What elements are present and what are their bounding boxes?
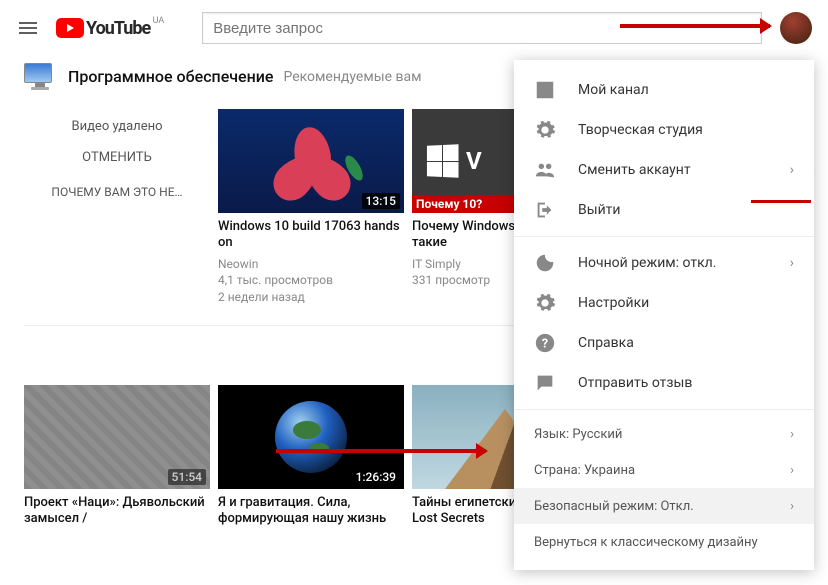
menu-classic-design[interactable]: Вернуться к классическому дизайну [514, 524, 814, 560]
computer-icon [24, 63, 56, 91]
annotation-underline [751, 200, 811, 203]
tell-why-button[interactable]: ПОЧЕМУ ВАМ ЭТО НЕ… [24, 185, 210, 199]
video-title[interactable]: Windows 10 build 17063 hands on [218, 219, 404, 252]
video-title[interactable]: Я и гравитация. Сила, формирующая нашу ж… [218, 495, 404, 528]
menu-sign-out[interactable]: Выйти [514, 190, 814, 230]
gear-icon [534, 292, 556, 314]
deleted-card: Видео удалено ОТМЕНИТЬ ПОЧЕМУ ВАМ ЭТО НЕ… [24, 109, 210, 309]
account-menu: Мой канал Творческая студия Сменить акка… [514, 60, 814, 570]
app-header: YouTube UA [0, 0, 828, 56]
gear-icon [534, 119, 556, 141]
annotation-arrow [620, 24, 770, 28]
divider [514, 409, 814, 410]
video-card: 51:54 Проект «Наци»: Дьявольский замысел… [24, 385, 210, 585]
menu-dark-theme[interactable]: Ночной режим: откл. › [514, 243, 814, 283]
deleted-message: Видео удалено [24, 119, 210, 134]
logo-text: YouTube [86, 18, 150, 39]
help-icon: ? [534, 332, 556, 354]
play-icon [56, 18, 84, 38]
menu-studio[interactable]: Творческая студия [514, 110, 814, 150]
people-icon [534, 159, 556, 181]
menu-label: Ночной режим: откл. [578, 255, 716, 271]
duration-badge: 51:54 [168, 469, 206, 485]
logo-region: UA [153, 16, 165, 26]
chevron-right-icon: › [790, 427, 794, 442]
menu-label: Творческая студия [578, 122, 703, 138]
menu-label: Безопасный режим: Откл. [534, 499, 694, 514]
menu-label: Страна: Украина [534, 463, 635, 478]
sign-out-icon [534, 199, 556, 221]
menu-label: Выйти [578, 202, 621, 218]
avatar[interactable] [780, 12, 812, 44]
menu-help[interactable]: ? Справка [514, 323, 814, 363]
menu-location[interactable]: Страна: Украина › [514, 452, 814, 488]
chevron-right-icon: › [790, 463, 794, 478]
shelf-title[interactable]: Программное обеспечение [68, 67, 273, 86]
duration-badge: 13:15 [362, 193, 400, 209]
moon-icon [534, 252, 556, 274]
search-bar [202, 12, 762, 44]
menu-label: Вернуться к классическому дизайну [534, 535, 758, 550]
shelf-subtitle: Рекомендуемые вам [283, 69, 421, 85]
search-input[interactable] [202, 12, 762, 44]
menu-label: Язык: Русский [534, 427, 622, 442]
menu-label: Настройки [578, 295, 649, 311]
video-card: 1:26:39 Я и гравитация. Сила, формирующа… [218, 385, 404, 585]
menu-switch-account[interactable]: Сменить аккаунт › [514, 150, 814, 190]
video-title[interactable]: Проект «Наци»: Дьявольский замысел / [24, 495, 210, 528]
feedback-icon [534, 372, 556, 394]
chevron-right-icon: › [790, 162, 794, 178]
menu-language[interactable]: Язык: Русский › [514, 416, 814, 452]
menu-label: Справка [578, 335, 634, 351]
video-views: 4,1 тыс. просмотров [218, 272, 404, 289]
duration-badge: 1:26:39 [352, 469, 400, 485]
video-age: 2 недели назад [218, 289, 404, 306]
chevron-right-icon: › [790, 255, 794, 271]
channel-name[interactable]: Neowin [218, 256, 404, 273]
hamburger-icon[interactable] [16, 16, 40, 40]
video-thumbnail[interactable]: 13:15 [218, 109, 404, 213]
account-box-icon [534, 79, 556, 101]
menu-label: Отправить отзыв [578, 375, 692, 391]
chevron-right-icon: › [790, 499, 794, 514]
divider [514, 236, 814, 237]
menu-label: Сменить аккаунт [578, 162, 691, 178]
menu-label: Мой канал [578, 82, 649, 98]
youtube-logo[interactable]: YouTube UA [56, 18, 150, 39]
undo-button[interactable]: ОТМЕНИТЬ [24, 150, 210, 165]
menu-restricted-mode[interactable]: Безопасный режим: Откл. › [514, 488, 814, 524]
annotation-arrow [276, 449, 486, 453]
video-thumbnail[interactable]: 51:54 [24, 385, 210, 489]
svg-text:?: ? [542, 337, 548, 352]
menu-settings[interactable]: Настройки [514, 283, 814, 323]
menu-feedback[interactable]: Отправить отзыв [514, 363, 814, 403]
video-card: 13:15 Windows 10 build 17063 hands on Ne… [218, 109, 404, 309]
menu-my-channel[interactable]: Мой канал [514, 70, 814, 110]
video-thumbnail[interactable]: 1:26:39 [218, 385, 404, 489]
